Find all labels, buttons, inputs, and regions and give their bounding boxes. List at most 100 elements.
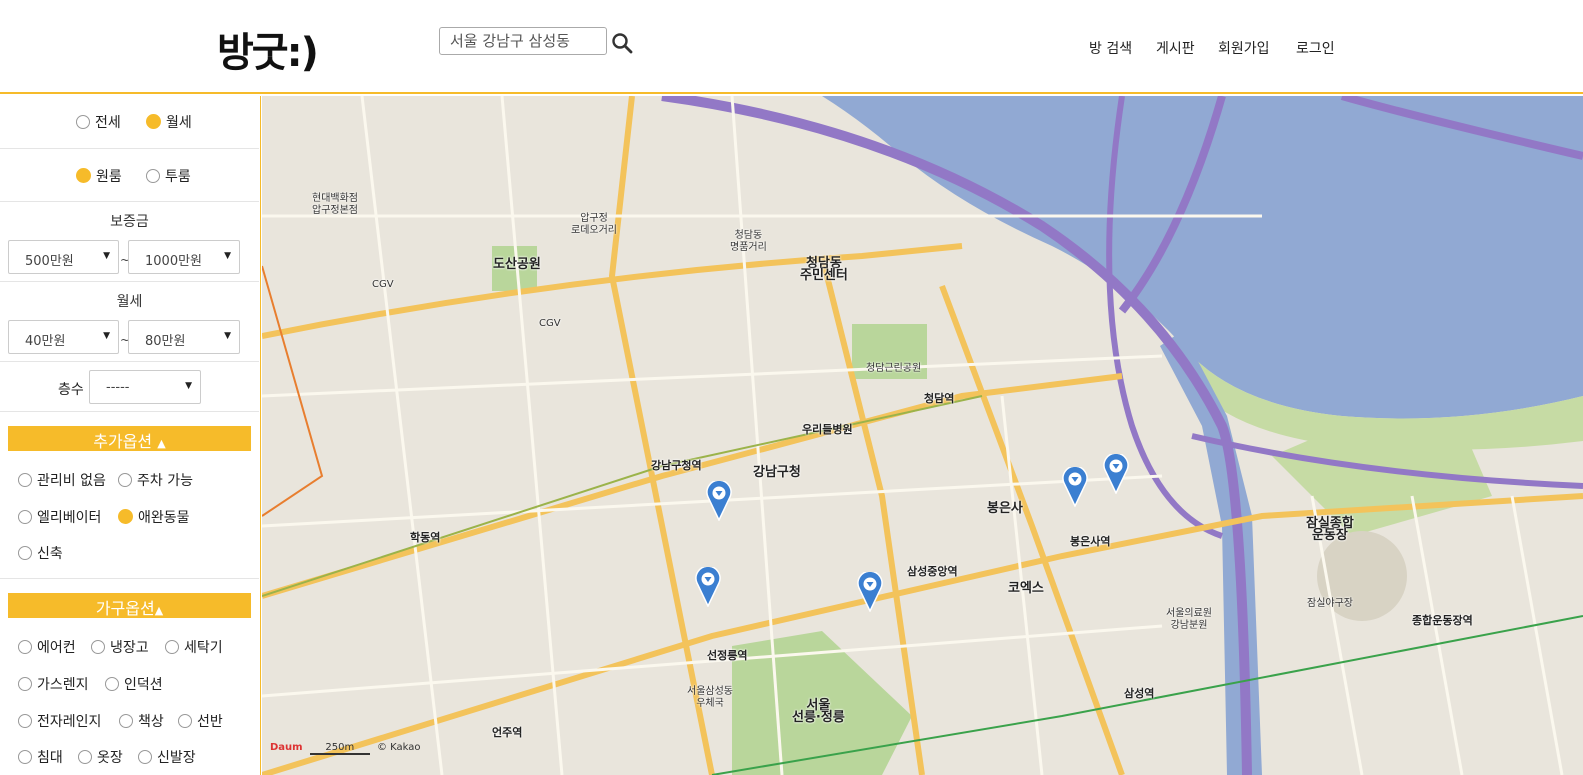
radio-indicator bbox=[18, 473, 32, 487]
map-label-samseong-station: 삼성역 bbox=[1124, 687, 1155, 700]
deal-type-section: 전세 월세 bbox=[0, 96, 259, 149]
furniture-options-toggle[interactable]: 가구옵션▲ bbox=[8, 593, 251, 618]
check-gas-range[interactable]: 가스렌지 bbox=[18, 674, 89, 694]
nav-board[interactable]: 게시판 bbox=[1156, 38, 1195, 58]
logo[interactable]: 방굿:) bbox=[217, 20, 319, 78]
map-label-cgv-2: CGV bbox=[539, 318, 561, 329]
map-label-cheongdam-park: 청담근린공원 bbox=[866, 363, 922, 374]
map-label-jamsil-baseball: 잠실야구장 bbox=[1307, 598, 1353, 609]
daum-logo: Daum bbox=[270, 742, 303, 753]
nav-room-search[interactable]: 방 검색 bbox=[1089, 38, 1132, 58]
radio-indicator bbox=[146, 169, 160, 183]
map-label-apgujeong-rodeo: 압구정 로데오거리 bbox=[571, 213, 617, 236]
radio-indicator bbox=[76, 115, 90, 129]
floor-select[interactable]: ----- ▼ bbox=[89, 370, 201, 404]
kakao-copyright: © Kakao bbox=[376, 742, 421, 753]
radio-indicator bbox=[18, 546, 32, 560]
caret-up-icon: ▲ bbox=[154, 604, 164, 617]
radio-jeonse[interactable]: 전세 bbox=[76, 112, 121, 132]
radio-indicator-selected bbox=[118, 509, 133, 524]
radio-indicator bbox=[105, 677, 119, 691]
deposit-min-select[interactable]: 500만원 ▼ bbox=[8, 240, 119, 274]
map-marker-pin[interactable] bbox=[695, 567, 721, 607]
map-label-gangnam-gucheong: 강남구청 bbox=[753, 465, 801, 480]
deposit-max-select[interactable]: 1000만원 ▼ bbox=[128, 240, 240, 274]
map-marker-pin[interactable] bbox=[706, 481, 732, 521]
nav-login[interactable]: 로그인 bbox=[1296, 38, 1335, 58]
check-new-build[interactable]: 신축 bbox=[18, 543, 63, 563]
check-microwave[interactable]: 전자레인지 bbox=[18, 711, 101, 731]
check-washer[interactable]: 세탁기 bbox=[165, 637, 223, 657]
check-aircon[interactable]: 에어컨 bbox=[18, 637, 76, 657]
map-label-sports-complex: 잠실종합 운동장 bbox=[1306, 516, 1354, 543]
monthly-max-select[interactable]: 80만원 ▼ bbox=[128, 320, 240, 354]
radio-indicator bbox=[138, 750, 152, 764]
map-label-samseong-jungang-station: 삼성중앙역 bbox=[907, 565, 958, 578]
radio-indicator-selected bbox=[76, 168, 91, 183]
map-label-hakdong-station: 학동역 bbox=[410, 531, 441, 544]
nav-signup[interactable]: 회원가입 bbox=[1218, 38, 1270, 58]
map-view[interactable]: 현대백화점 압구정본점 도산공원 CGV CGV 압구정 로데오거리 청담동 명품거리… bbox=[262, 96, 1583, 775]
chevron-down-icon: ▼ bbox=[185, 381, 192, 391]
check-shelf[interactable]: 선반 bbox=[178, 711, 223, 731]
radio-indicator bbox=[119, 714, 133, 728]
radio-indicator bbox=[18, 640, 32, 654]
monthly-title: 월세 bbox=[116, 294, 143, 310]
chevron-down-icon: ▼ bbox=[103, 251, 110, 261]
map-label-cheongdam-station: 청담역 bbox=[924, 392, 955, 405]
divider bbox=[0, 578, 259, 579]
deposit-title: 보증금 bbox=[110, 214, 149, 230]
map-label-woori-hospital: 우리들병원 bbox=[802, 423, 853, 436]
check-parking[interactable]: 주차 가능 bbox=[118, 470, 193, 490]
monthly-min-select[interactable]: 40만원 ▼ bbox=[8, 320, 119, 354]
radio-indicator-selected bbox=[146, 114, 161, 129]
map-label-cgv-1: CGV bbox=[372, 279, 394, 290]
filter-sidebar: 전세 월세 원룸 투룸 보증금 500만원 ▼ ~ 1000만원 ▼ 월세 40만원… bbox=[0, 96, 261, 775]
chevron-down-icon: ▼ bbox=[224, 331, 231, 341]
check-wardrobe[interactable]: 옷장 bbox=[78, 747, 123, 767]
radio-indicator bbox=[18, 677, 32, 691]
check-shoe-rack[interactable]: 신발장 bbox=[138, 747, 196, 767]
map-label-cheongdam-luxury: 청담동 명품거리 bbox=[730, 230, 767, 253]
check-elevator[interactable]: 엘리베이터 bbox=[18, 507, 101, 527]
map-label-gangnam-gucheong-station: 강남구청역 bbox=[651, 459, 702, 472]
map-label-seoul-medical: 서울의료원 강남분원 bbox=[1166, 608, 1212, 631]
search-input[interactable]: 서울 강남구 삼성동 bbox=[439, 27, 607, 55]
map-marker-pin[interactable] bbox=[1062, 467, 1088, 507]
caret-up-icon: ▲ bbox=[157, 437, 166, 450]
radio-indicator bbox=[178, 714, 192, 728]
map-marker-pin[interactable] bbox=[857, 572, 883, 612]
map-label-sports-complex-station: 종합운동장역 bbox=[1412, 614, 1473, 627]
map-scale-bar: Daum 250m © Kakao bbox=[270, 742, 421, 755]
logo-text: 방굿:) bbox=[217, 30, 319, 76]
map-label-dosan-park: 도산공원 bbox=[493, 257, 541, 272]
monthly-section: 월세 40만원 ▼ ~ 80만원 ▼ bbox=[0, 282, 259, 362]
map-canvas bbox=[262, 96, 1583, 775]
radio-tworoom[interactable]: 투룸 bbox=[146, 166, 191, 186]
radio-indicator bbox=[18, 750, 32, 764]
map-marker-pin[interactable] bbox=[1103, 454, 1129, 494]
search-icon[interactable] bbox=[611, 32, 633, 54]
scale-label: 250m bbox=[309, 742, 370, 755]
radio-indicator bbox=[91, 640, 105, 654]
check-induction[interactable]: 인덕션 bbox=[105, 674, 163, 694]
check-fridge[interactable]: 냉장고 bbox=[91, 637, 149, 657]
radio-indicator bbox=[165, 640, 179, 654]
check-desk[interactable]: 책상 bbox=[119, 711, 164, 731]
radio-indicator bbox=[18, 510, 32, 524]
radio-indicator bbox=[118, 473, 132, 487]
room-type-section: 원룸 투룸 bbox=[0, 149, 259, 202]
radio-indicator bbox=[18, 714, 32, 728]
radio-oneroom[interactable]: 원룸 bbox=[76, 166, 122, 186]
deposit-section: 보증금 500만원 ▼ ~ 1000만원 ▼ bbox=[0, 202, 259, 282]
map-label-coex: 코엑스 bbox=[1008, 581, 1044, 596]
check-bed[interactable]: 침대 bbox=[18, 747, 63, 767]
radio-wolse[interactable]: 월세 bbox=[146, 112, 192, 132]
floor-section: 층수 ----- ▼ bbox=[0, 362, 259, 412]
floor-label: 층수 bbox=[58, 382, 84, 398]
chevron-down-icon: ▼ bbox=[103, 331, 110, 341]
extra-options-toggle[interactable]: 추가옵션 ▲ bbox=[8, 426, 251, 451]
check-pets[interactable]: 애완동물 bbox=[118, 507, 190, 527]
check-no-mgmt-fee[interactable]: 관리비 없음 bbox=[18, 470, 106, 490]
map-label-cheongdam-center: 청담동 주민센터 bbox=[800, 256, 848, 283]
